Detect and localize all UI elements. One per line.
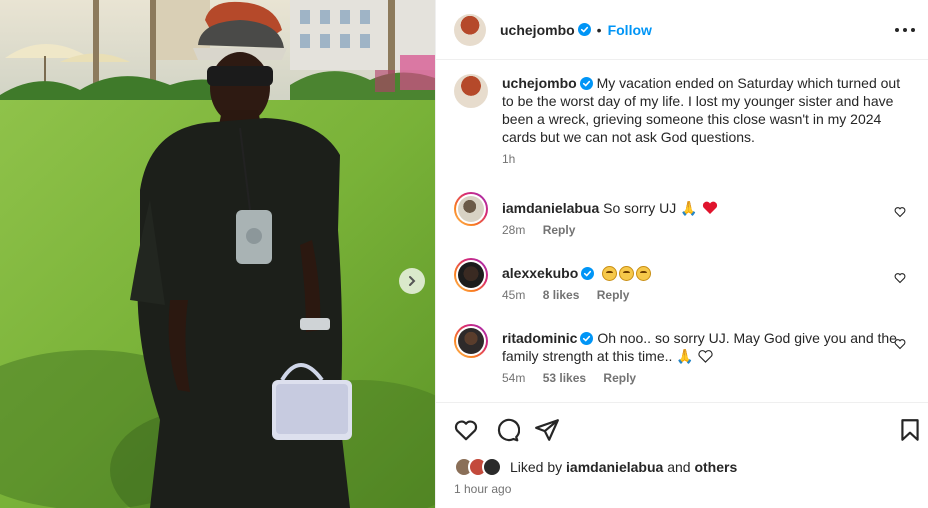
reply-button[interactable]: Reply bbox=[603, 371, 636, 385]
comment-time: 54m bbox=[502, 371, 526, 385]
post-time: 1 hour ago bbox=[454, 482, 512, 496]
likes-others-link[interactable]: others bbox=[694, 459, 737, 475]
sad-face-emoji-icon bbox=[619, 266, 635, 281]
more-icon bbox=[895, 28, 899, 32]
comment-text: ritadominic Oh noo.. so sorry UJ. May Go… bbox=[502, 329, 914, 365]
verified-icon bbox=[581, 267, 595, 280]
comment-body: So sorry UJ 🙏 bbox=[603, 200, 698, 216]
commenter-avatar[interactable] bbox=[454, 192, 488, 226]
like-comment-heart-icon[interactable] bbox=[894, 272, 906, 284]
caption-username[interactable]: uchejombo bbox=[502, 75, 577, 91]
author-avatar[interactable] bbox=[454, 74, 488, 108]
follow-button[interactable]: Follow bbox=[608, 22, 652, 38]
comment-likes[interactable]: 53 likes bbox=[543, 371, 586, 385]
caption-meta: 1h bbox=[502, 152, 914, 166]
verified-icon bbox=[580, 332, 594, 345]
post-photo bbox=[0, 0, 435, 508]
commenter-avatar[interactable] bbox=[454, 324, 488, 358]
verified-icon bbox=[579, 77, 593, 90]
comment-username[interactable]: alexxekubo bbox=[502, 265, 578, 281]
likes-text: Liked by iamdanielabua and others bbox=[510, 459, 737, 475]
comment-time: 28m bbox=[502, 223, 526, 237]
more-icon-dot bbox=[911, 28, 915, 32]
comment-text: iamdanielabua So sorry UJ 🙏 bbox=[502, 199, 914, 217]
share-icon[interactable] bbox=[534, 417, 560, 443]
author-username[interactable]: uchejombo bbox=[500, 22, 575, 38]
sad-face-emoji-icon bbox=[636, 266, 652, 281]
like-comment-heart-icon[interactable] bbox=[894, 338, 906, 350]
comment-username[interactable]: iamdanielabua bbox=[502, 200, 599, 216]
comment-meta: 54m 53 likes Reply bbox=[502, 371, 914, 385]
post-image bbox=[0, 0, 435, 508]
comment-meta: 45m 8 likes Reply bbox=[502, 288, 914, 302]
likes-summary: Liked by iamdanielabua and others bbox=[454, 457, 737, 477]
bookmark-icon[interactable] bbox=[897, 417, 923, 443]
comment-likes[interactable]: 8 likes bbox=[543, 288, 580, 302]
like-comment-heart-icon[interactable] bbox=[894, 206, 906, 218]
commenter-avatar[interactable] bbox=[454, 258, 488, 292]
comment-username[interactable]: ritadominic bbox=[502, 330, 577, 346]
comment-item: ritadominic Oh noo.. so sorry UJ. May Go… bbox=[454, 324, 914, 385]
author-avatar[interactable] bbox=[454, 13, 486, 46]
comment-icon[interactable] bbox=[494, 417, 520, 443]
reply-button[interactable]: Reply bbox=[597, 288, 630, 302]
post-caption: uchejombo My vacation ended on Saturday … bbox=[454, 74, 914, 166]
separator-dot: • bbox=[596, 21, 602, 38]
comment-item: iamdanielabua So sorry UJ 🙏 28m Reply bbox=[454, 192, 914, 237]
heart-icon[interactable] bbox=[453, 417, 479, 443]
next-image-button[interactable] bbox=[399, 268, 425, 294]
verified-icon bbox=[577, 23, 591, 36]
comment-time: 45m bbox=[502, 288, 526, 302]
liker-avatar bbox=[482, 457, 502, 477]
red-heart-icon bbox=[702, 201, 717, 214]
reply-button[interactable]: Reply bbox=[543, 223, 576, 237]
post-side-panel: uchejombo • Follow uchejombo My vacation… bbox=[435, 0, 928, 508]
post-actions: Liked by iamdanielabua and others 1 hour… bbox=[436, 402, 928, 508]
caption-time: 1h bbox=[502, 152, 516, 166]
caption-text: uchejombo My vacation ended on Saturday … bbox=[502, 74, 914, 146]
likes-and: and bbox=[667, 459, 691, 475]
more-icon-dot bbox=[903, 28, 907, 32]
sad-face-emoji-icon bbox=[602, 266, 618, 281]
more-options-button[interactable] bbox=[895, 20, 915, 40]
comment-text: alexxekubo bbox=[502, 264, 914, 282]
likes-user-link[interactable]: iamdanielabua bbox=[566, 459, 663, 475]
comment-item: alexxekubo 45m 8 likes Reply bbox=[454, 258, 914, 302]
comment-meta: 28m Reply bbox=[502, 223, 914, 237]
chevron-right-icon bbox=[409, 276, 416, 286]
post-header: uchejombo • Follow bbox=[436, 0, 928, 60]
white-heart-icon bbox=[698, 350, 713, 363]
likes-prefix: Liked by bbox=[510, 459, 563, 475]
instagram-post: uchejombo • Follow uchejombo My vacation… bbox=[0, 0, 928, 508]
